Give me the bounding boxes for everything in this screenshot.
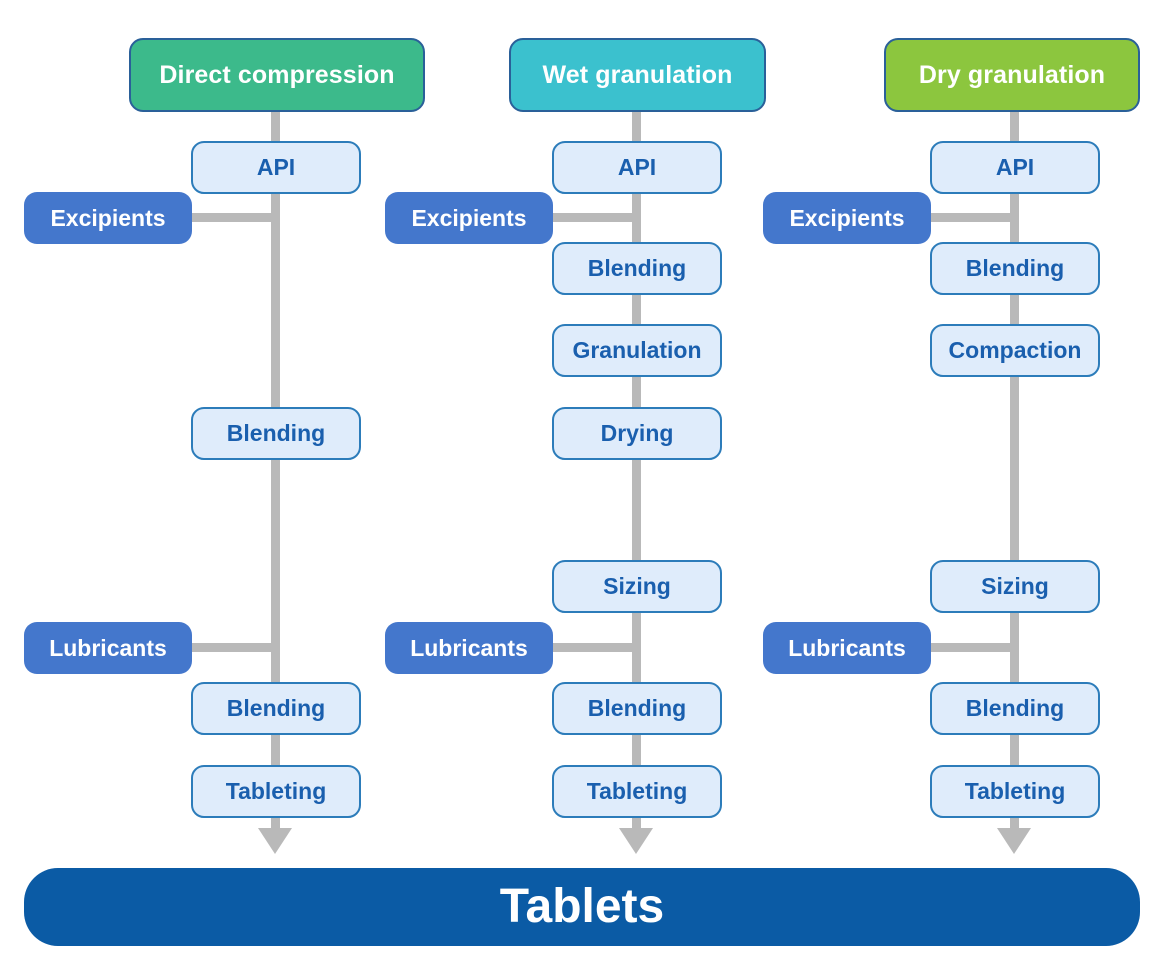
input-wet-granulation-excipients[interactable]: Excipients: [385, 192, 553, 244]
input-dry-granulation-excipients[interactable]: Excipients: [763, 192, 931, 244]
header-wet-granulation[interactable]: Wet granulation: [509, 38, 766, 112]
header-dry-granulation[interactable]: Dry granulation: [884, 38, 1140, 112]
flowchart-canvas: Direct compression API Excipients Blendi…: [0, 0, 1164, 980]
input-dry-granulation-lubricants[interactable]: Lubricants: [763, 622, 931, 674]
step-direct-compression-api[interactable]: API: [191, 141, 361, 194]
step-wet-granulation-granulation[interactable]: Granulation: [552, 324, 722, 377]
arrow-to-tablets-col3: [997, 828, 1031, 854]
output-tablets[interactable]: Tablets: [24, 868, 1140, 946]
step-dry-granulation-blending-1[interactable]: Blending: [930, 242, 1100, 295]
step-direct-compression-blending-1[interactable]: Blending: [191, 407, 361, 460]
step-dry-granulation-sizing[interactable]: Sizing: [930, 560, 1100, 613]
arrow-to-tablets-col2: [619, 828, 653, 854]
arrow-to-tablets-col1: [258, 828, 292, 854]
input-direct-compression-excipients[interactable]: Excipients: [24, 192, 192, 244]
step-wet-granulation-sizing[interactable]: Sizing: [552, 560, 722, 613]
step-wet-granulation-tableting[interactable]: Tableting: [552, 765, 722, 818]
step-direct-compression-blending-2[interactable]: Blending: [191, 682, 361, 735]
step-wet-granulation-blending-2[interactable]: Blending: [552, 682, 722, 735]
step-dry-granulation-blending-2[interactable]: Blending: [930, 682, 1100, 735]
step-dry-granulation-api[interactable]: API: [930, 141, 1100, 194]
step-wet-granulation-drying[interactable]: Drying: [552, 407, 722, 460]
step-direct-compression-tableting[interactable]: Tableting: [191, 765, 361, 818]
step-wet-granulation-blending-1[interactable]: Blending: [552, 242, 722, 295]
header-direct-compression[interactable]: Direct compression: [129, 38, 425, 112]
input-wet-granulation-lubricants[interactable]: Lubricants: [385, 622, 553, 674]
step-dry-granulation-compaction[interactable]: Compaction: [930, 324, 1100, 377]
input-direct-compression-lubricants[interactable]: Lubricants: [24, 622, 192, 674]
step-dry-granulation-tableting[interactable]: Tableting: [930, 765, 1100, 818]
step-wet-granulation-api[interactable]: API: [552, 141, 722, 194]
